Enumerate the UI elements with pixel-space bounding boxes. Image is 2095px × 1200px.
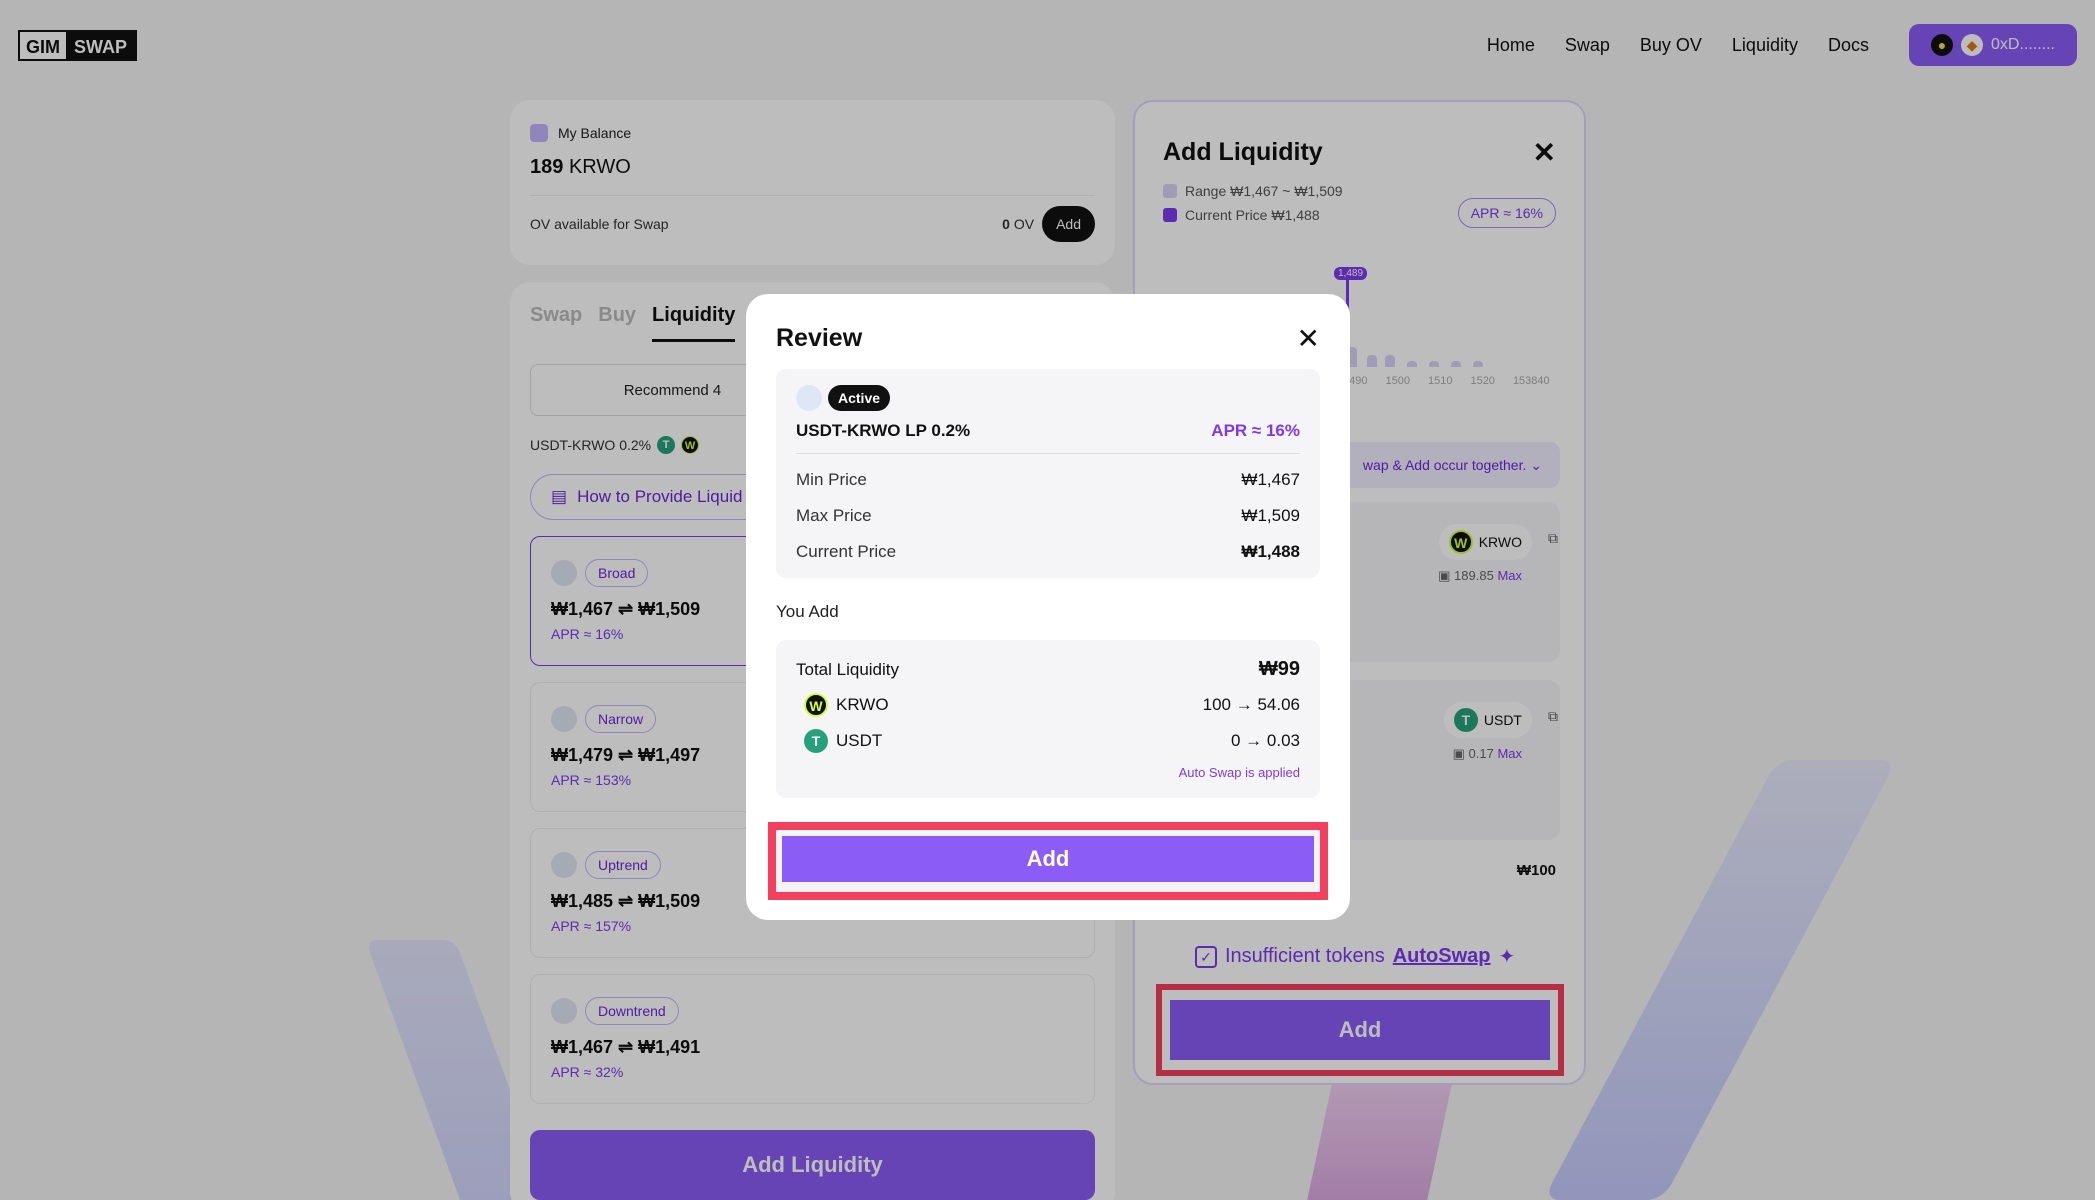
you-add-label: You Add <box>776 602 839 621</box>
total-liquidity-label: Total Liquidity <box>796 659 900 679</box>
review-title: Review <box>776 324 863 352</box>
max-price-value: ₩1,509 <box>1241 506 1300 525</box>
token-change: 0 → 0.03 <box>1231 731 1300 750</box>
close-icon[interactable]: ✕ <box>1297 324 1320 353</box>
pool-apr: APR ≈ 16% <box>1211 421 1300 440</box>
auto-swap-note: Auto Swap is applied <box>1178 765 1300 780</box>
krwo-icon: W <box>804 693 828 717</box>
token-change: 100 → 54.06 <box>1202 695 1300 714</box>
current-price-label: Current Price <box>796 542 897 561</box>
token-name: KRWO <box>836 695 889 714</box>
add-highlight: Add <box>768 822 1328 900</box>
token-name: USDT <box>836 731 883 750</box>
pool-avatar-icon <box>796 385 822 411</box>
total-liquidity-value: ₩99 <box>1258 658 1300 680</box>
total-liquidity-box: Total Liquidity ₩99 W KRWO 100 → 54.06 T USD… <box>776 640 1320 798</box>
usdt-icon: T <box>804 729 828 753</box>
min-price-value: ₩1,467 <box>1241 470 1300 489</box>
max-price-label: Max Price <box>796 506 872 525</box>
pool-name: USDT-KRWO LP 0.2% <box>796 421 971 440</box>
status-badge: Active <box>828 385 891 411</box>
min-price-label: Min Price <box>796 470 867 489</box>
review-modal: Review ✕ Active USDT-KRWO LP 0.2% APR ≈ … <box>746 294 1350 920</box>
current-price-value: ₩1,488 <box>1241 542 1300 561</box>
add-button[interactable]: Add <box>782 836 1314 882</box>
position-info: Active USDT-KRWO LP 0.2% APR ≈ 16% Min P… <box>776 369 1320 578</box>
